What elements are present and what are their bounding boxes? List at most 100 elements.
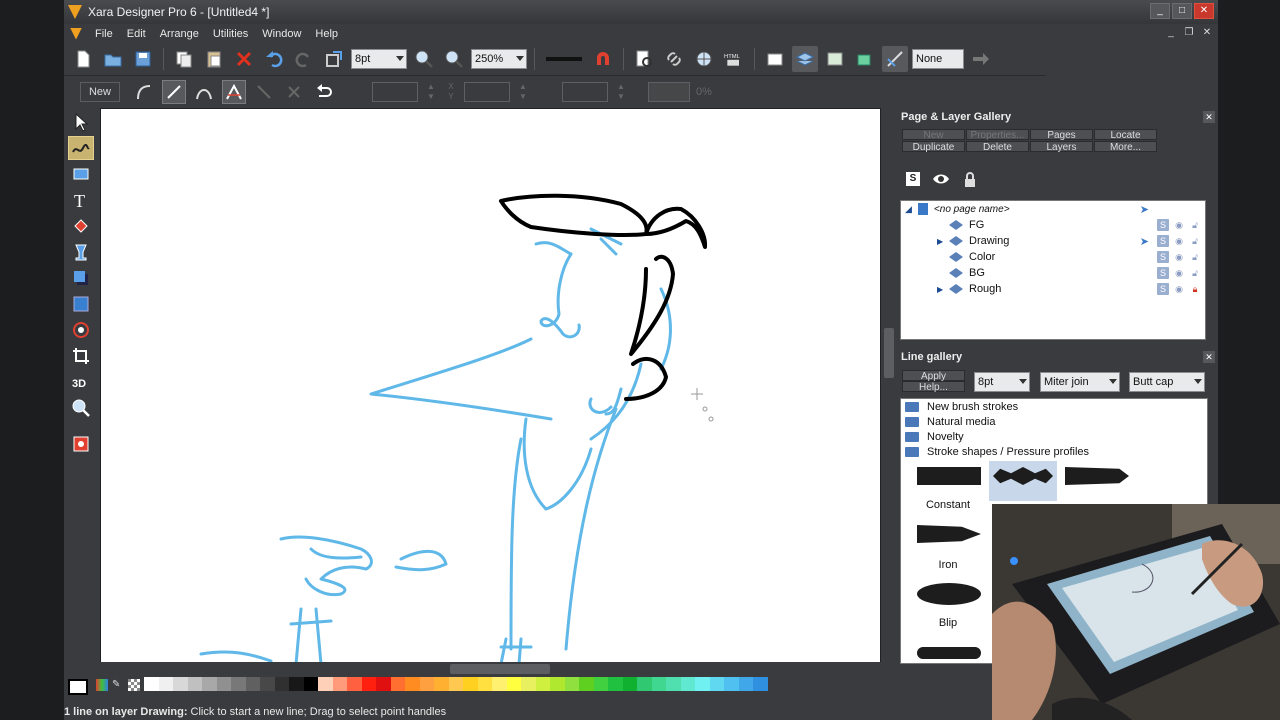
palette-swatch[interactable] <box>506 677 521 691</box>
palette-swatch[interactable] <box>434 677 449 691</box>
vertical-scroll-thumb[interactable] <box>884 328 894 378</box>
eye-icon[interactable]: ◉ <box>1173 283 1185 295</box>
doc-minimize-button[interactable]: _ <box>1164 26 1178 40</box>
folder-row-open[interactable]: Stroke shapes / Pressure profiles <box>901 444 1207 459</box>
web-preview-button[interactable] <box>691 46 717 72</box>
stroke-blip[interactable] <box>917 583 981 605</box>
palette-swatch[interactable] <box>216 677 231 691</box>
straight-line-button[interactable] <box>162 79 186 104</box>
maximize-button[interactable]: □ <box>1172 3 1192 19</box>
palette-swatch[interactable] <box>651 677 666 691</box>
page-row[interactable]: ◢ <no page name> ➤ <box>905 201 1205 217</box>
fill-tool[interactable] <box>68 214 94 238</box>
stroke-shape[interactable] <box>993 467 1053 485</box>
more-button[interactable]: More... <box>1094 141 1157 153</box>
lock-layer-icon[interactable] <box>962 172 978 188</box>
doc-restore-button[interactable]: ❐ <box>1182 26 1196 40</box>
cap-combo[interactable]: Butt cap <box>1129 372 1205 392</box>
solo-s-icon[interactable]: S <box>1157 251 1169 263</box>
snap-button[interactable] <box>590 46 616 72</box>
reverse-path-button[interactable] <box>312 80 336 104</box>
cusp-point-button[interactable] <box>222 79 246 104</box>
palette-swatch[interactable] <box>260 677 275 691</box>
unlock-icon[interactable]: 🔓︎ <box>1189 267 1201 279</box>
unlock-icon[interactable]: 🔓︎ <box>1189 219 1201 231</box>
layer-row-bg[interactable]: BG S ◉ 🔓︎ <box>937 265 1205 281</box>
doc-close-button[interactable]: ✕ <box>1200 26 1214 40</box>
palette-swatch[interactable] <box>173 677 188 691</box>
close-panel-icon[interactable]: ✕ <box>1203 111 1215 123</box>
vertical-scrollbar[interactable] <box>881 108 897 663</box>
delete-layer-button[interactable]: Delete <box>966 141 1029 153</box>
palette-swatch[interactable] <box>318 677 333 691</box>
eyedropper-icon[interactable]: ✎ <box>112 679 124 691</box>
freehand-tool[interactable] <box>68 136 94 160</box>
document-icon[interactable] <box>70 27 82 40</box>
palette-swatch[interactable] <box>332 677 347 691</box>
expand-triangle-icon[interactable]: ▶ <box>937 285 949 294</box>
palette-swatch[interactable] <box>463 677 478 691</box>
close-button[interactable]: ✕ <box>1194 3 1214 19</box>
layer-gallery-button[interactable] <box>792 46 818 72</box>
palette-swatch[interactable] <box>477 677 492 691</box>
layer-row-fg[interactable]: FG S ◉ 🔓︎ <box>937 217 1205 233</box>
open-button[interactable] <box>100 46 126 72</box>
smoothing-slider[interactable] <box>648 81 690 102</box>
no-color-icon[interactable] <box>128 679 140 691</box>
palette-swatch[interactable] <box>753 677 768 691</box>
delete-point-button[interactable] <box>282 80 306 104</box>
horizontal-scrollbar[interactable] <box>100 662 881 676</box>
palette-swatch[interactable] <box>361 677 376 691</box>
properties-button[interactable]: Properties... <box>966 129 1029 141</box>
collapse-triangle-icon[interactable]: ◢ <box>905 204 912 215</box>
redo-button[interactable] <box>291 46 317 72</box>
palette-swatch[interactable] <box>376 677 391 691</box>
menu-help[interactable]: Help <box>308 28 345 40</box>
solo-s-icon[interactable]: S <box>906 172 920 186</box>
width-field[interactable] <box>562 81 608 102</box>
eye-icon[interactable]: ◉ <box>1173 235 1185 247</box>
menu-arrange[interactable]: Arrange <box>153 28 206 40</box>
new-layer-button[interactable]: New <box>902 129 965 141</box>
palette-swatch[interactable] <box>289 677 304 691</box>
layer-row-color[interactable]: Color S ◉ 🔓︎ <box>937 249 1205 265</box>
curve-button[interactable] <box>132 80 156 104</box>
web-link-button[interactable] <box>661 46 687 72</box>
undo-button[interactable] <box>261 46 287 72</box>
lock-icon[interactable]: 🔒︎ <box>1189 283 1201 295</box>
eye-icon[interactable] <box>932 172 950 186</box>
palette-swatch[interactable] <box>492 677 507 691</box>
line-gallery-button[interactable] <box>882 46 908 72</box>
xy-toggle[interactable]: XY <box>444 82 458 102</box>
horizontal-scroll-thumb[interactable] <box>450 664 550 674</box>
solo-s-icon[interactable]: S <box>1157 283 1169 295</box>
menu-utilities[interactable]: Utilities <box>206 28 255 40</box>
copy-button[interactable] <box>171 46 197 72</box>
eye-icon[interactable]: ◉ <box>1173 219 1185 231</box>
page-gallery-button[interactable] <box>762 46 788 72</box>
solo-s-icon[interactable]: S <box>1157 219 1169 231</box>
width-spinner[interactable]: ▲ ▼ <box>614 82 628 102</box>
help-button[interactable]: Help... <box>902 381 965 393</box>
y-position-field[interactable] <box>464 81 510 102</box>
palette-swatch[interactable] <box>187 677 202 691</box>
palette-swatch[interactable] <box>564 677 579 691</box>
contour-tool[interactable] <box>68 318 94 342</box>
new-line-button[interactable]: New <box>80 81 120 102</box>
palette-swatch[interactable] <box>709 677 724 691</box>
palette-swatch[interactable] <box>535 677 550 691</box>
minimize-button[interactable]: _ <box>1150 3 1170 19</box>
unlock-icon[interactable]: 🔓︎ <box>1189 251 1201 263</box>
stroke-iron[interactable] <box>917 525 981 543</box>
color-editor-tool[interactable] <box>68 432 94 456</box>
pages-button[interactable]: Pages <box>1030 129 1093 141</box>
line-width-combo[interactable]: 8pt <box>351 49 407 69</box>
palette-swatch[interactable] <box>550 677 565 691</box>
eye-icon[interactable]: ◉ <box>1173 267 1185 279</box>
current-fill-swatch[interactable] <box>68 679 88 695</box>
zoom-out-button[interactable] <box>411 46 437 72</box>
palette-swatch[interactable] <box>390 677 405 691</box>
transform-button[interactable] <box>321 46 347 72</box>
stroke-shape[interactable] <box>917 647 981 659</box>
delete-button[interactable] <box>231 46 257 72</box>
